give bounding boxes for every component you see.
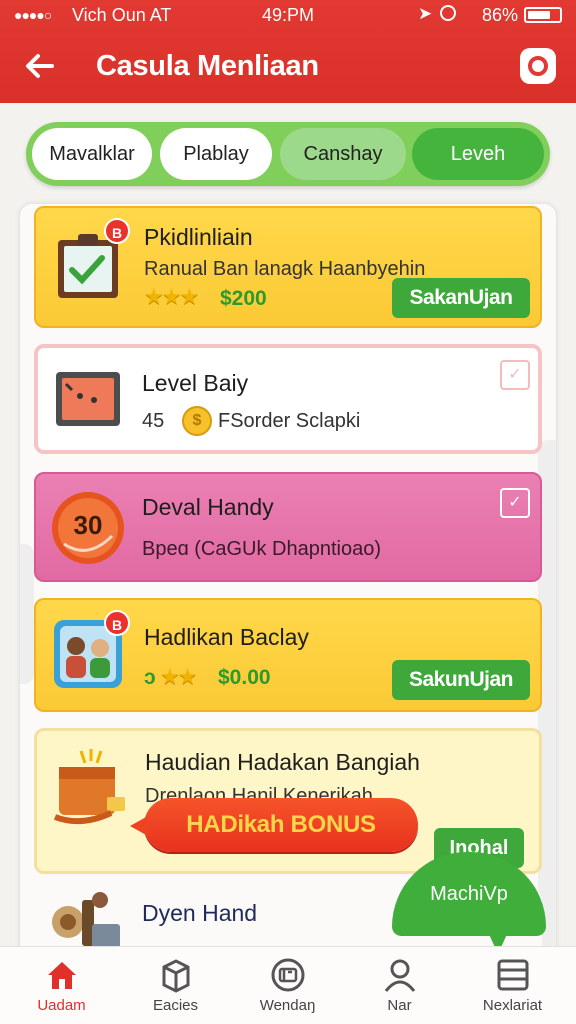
tools-icon [48,890,122,950]
notification-badge: B [104,218,130,244]
item-description: FSorder Sclapki [218,410,361,432]
menu-icon [497,959,529,991]
tab-canshay[interactable]: Canshay [280,128,406,180]
checkbox[interactable]: ✓ [500,488,530,518]
nav-label: Nar [387,997,412,1014]
tab-mavalklar[interactable]: Mavalklar [32,128,152,180]
user-icon [384,959,416,992]
ball-number: 30 [73,510,103,540]
item-description: Ranual Ban lanagk Haanbyehin [144,258,426,280]
star-rating: ★★★ [144,284,199,309]
claim-button[interactable]: SakunUjan [392,660,530,700]
item-description: Bpeɑ (CaGUk Dhapntioao) [142,538,382,560]
back-arrow-icon [26,54,54,78]
app-header: ●●●●○ Vich Oun AT 49:PM ➤ 86% Casula Men… [0,0,576,103]
nav-home[interactable]: Uadam [4,947,119,1024]
camera-icon[interactable] [520,48,556,84]
claim-button[interactable]: SakanUjan [392,278,530,318]
item-title: Hadlikan Baclay [144,624,309,650]
home-icon [48,962,76,989]
status-time: 49:PM [262,5,315,25]
list-item[interactable]: 30 Deval Handy Bpeɑ (CaGUk Dhapntioao) ✓ [34,472,542,582]
item-price: $0.00 [218,666,271,689]
item-count: 45 [142,410,165,432]
item-title: Dyen Hand [142,900,258,926]
tab-plablay[interactable]: Plablay [160,128,272,180]
item-title: Level Baiy [142,370,249,396]
notification-badge: B [104,610,130,636]
page-title: Casula Menliaan [96,50,319,82]
battery-percent: 86% [482,5,519,25]
nav-tickets[interactable]: Wendaŋ [230,947,345,1024]
carrier-name: Vich Oun AT [72,5,172,25]
list-item[interactable]: Level Baiy 45 $ FSorder Sclapki ✓ [34,344,542,454]
item-price: $200 [220,287,267,310]
item-title: Deval Handy [142,494,274,520]
panel-edge [20,544,34,684]
checkbox[interactable]: ✓ [500,360,530,390]
ticket-icon [271,958,305,992]
nav-label: Wendaŋ [259,997,316,1014]
location-icon: ➤ [418,4,433,23]
coin-icon: $ [182,406,212,436]
item-title: Pkidlinliain [144,224,253,250]
tv-icon [54,370,122,428]
list-item[interactable]: B Pkidlinliain Ranual Ban lanagk Haanbye… [34,206,542,328]
signal-strength: ●●●●○ [14,7,52,23]
bottom-nav: Uadam Eacies Wendaŋ Nar Nexlariat [0,946,576,1024]
ball-icon: 30 [50,490,126,566]
nav-label: Nexlariat [482,997,543,1014]
tab-leveh[interactable]: Leveh [412,128,544,180]
list-item[interactable]: B Hadlikan Baclay ɔ ★★ $0.00 SakunUjan [34,598,542,712]
item-title: Haudian Hadakan Bangiah [145,749,420,775]
alarm-icon [440,5,456,21]
back-arrow-icon[interactable] [22,48,62,88]
bonus-banner[interactable]: HADikah BONUS [130,798,418,852]
star-rating: ★★ [160,664,197,689]
nav-label: Eacies [152,997,199,1014]
nav-label: Uadam [37,997,86,1014]
tab-bar: Mavalklar Plablay Canshay Leveh [26,122,550,186]
star-prefix: ɔ [144,666,156,689]
nav-profile[interactable]: Nar [342,947,457,1024]
battery-icon [524,7,562,23]
nav-items[interactable]: Eacies [118,947,233,1024]
treasure-chest-icon [51,747,131,831]
nav-menu[interactable]: Nexlariat [455,947,570,1024]
status-bar: ●●●●○ Vich Oun AT 49:PM ➤ 86% [0,0,576,30]
box-icon [162,959,190,993]
